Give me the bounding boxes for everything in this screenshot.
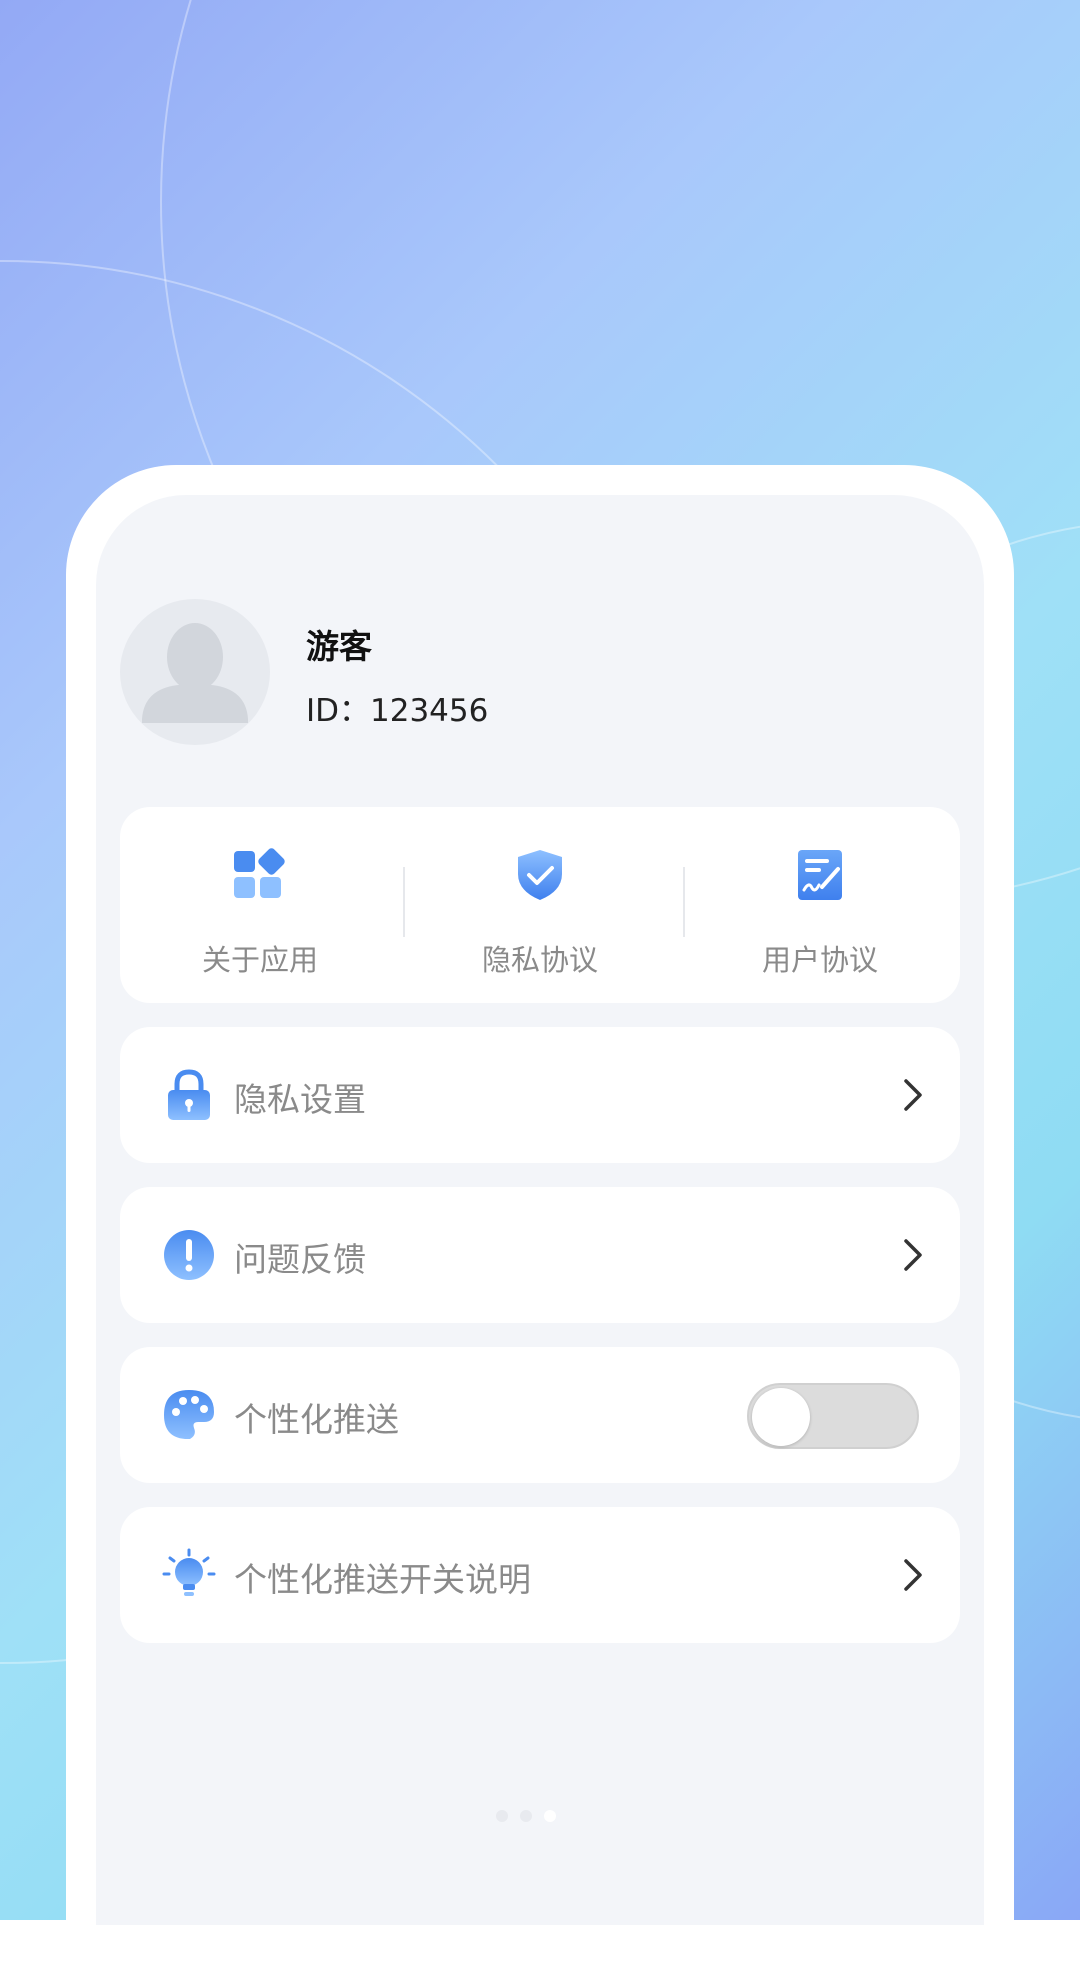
quick-links-card: 关于应用 隐私协议 用户协议: [120, 807, 960, 1003]
menu-row-label: 个性化推送开关说明: [234, 1560, 531, 1599]
page-dot: [496, 1810, 508, 1822]
lightbulb-icon: [162, 1548, 216, 1596]
apps-grid-icon: [234, 848, 285, 898]
quick-link-label: 隐私协议: [481, 943, 598, 977]
page-indicator: [496, 1810, 586, 1826]
chevron-right-icon: [904, 1079, 922, 1111]
quick-link-about-app[interactable]: 关于应用: [120, 807, 400, 1003]
user-silhouette-icon: [142, 623, 248, 723]
avatar[interactable]: [120, 599, 270, 745]
menu-row-feedback[interactable]: 问题反馈: [120, 1187, 960, 1323]
quick-link-privacy-policy[interactable]: 隐私协议: [400, 807, 680, 1003]
palette-icon: [164, 1390, 214, 1440]
menu-row-push-explanation[interactable]: 个性化推送开关说明: [120, 1507, 960, 1643]
page-dot-active: [544, 1810, 556, 1822]
shield-check-icon: [518, 850, 562, 900]
user-name: 游客: [306, 627, 372, 666]
toggle-knob: [752, 1388, 810, 1446]
personalized-push-toggle[interactable]: [747, 1383, 919, 1449]
user-id: ID：123456: [306, 693, 489, 729]
menu-row-label: 问题反馈: [234, 1240, 366, 1279]
page-dot: [520, 1810, 532, 1822]
chevron-right-icon: [904, 1239, 922, 1271]
menu-row-personalized-push: 个性化推送: [120, 1347, 960, 1483]
quick-link-user-agreement[interactable]: 用户协议: [680, 807, 960, 1003]
phone-screen: 游客 ID：123456 关于应用 隐私协议 用户协议 隐私设置 问题反馈 个性…: [96, 495, 984, 1925]
chevron-right-icon: [904, 1559, 922, 1591]
menu-row-privacy-settings[interactable]: 隐私设置: [120, 1027, 960, 1163]
quick-link-label: 用户协议: [761, 943, 878, 977]
quick-link-label: 关于应用: [201, 943, 318, 977]
lock-icon: [168, 1069, 210, 1120]
document-sign-icon: [798, 850, 842, 900]
exclamation-circle-icon: [164, 1230, 214, 1280]
menu-row-label: 隐私设置: [234, 1080, 366, 1119]
menu-row-label: 个性化推送: [234, 1400, 399, 1439]
